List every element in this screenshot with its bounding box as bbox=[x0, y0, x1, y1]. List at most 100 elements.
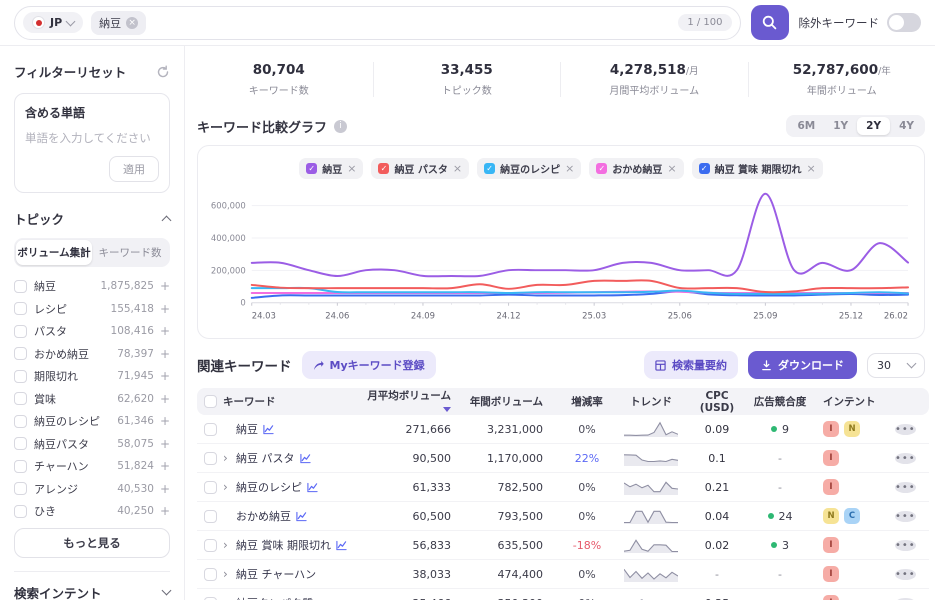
column-header[interactable]: インテント bbox=[813, 394, 895, 409]
keyword-search-bar[interactable]: JP 納豆 × 1 / 100 bbox=[14, 5, 741, 40]
row-checkbox[interactable] bbox=[203, 422, 217, 436]
expand-chevron-icon[interactable]: › bbox=[223, 596, 231, 600]
topic-add-icon[interactable]: + bbox=[160, 279, 170, 293]
topic-list-item[interactable]: 納豆 1,875,825 + bbox=[14, 275, 170, 298]
series-checkbox[interactable]: ✓ bbox=[306, 163, 318, 174]
topic-list-item[interactable]: 期限切れ 71,945 + bbox=[14, 365, 170, 388]
range-button-2y[interactable]: 2Y bbox=[857, 117, 891, 135]
legend-chip[interactable]: ✓ 納豆 賞味 期限切れ × bbox=[691, 158, 823, 179]
legend-chip[interactable]: ✓ 納豆のレシピ × bbox=[477, 158, 582, 179]
column-header[interactable]: 増減率 bbox=[559, 394, 615, 409]
topic-add-icon[interactable]: + bbox=[160, 324, 170, 338]
topic-mode-tab[interactable]: キーワード数 bbox=[92, 240, 168, 265]
row-menu-icon[interactable]: ••• bbox=[895, 568, 916, 580]
my-keyword-register-button[interactable]: Myキーワード登録 bbox=[301, 351, 436, 379]
select-all-checkbox[interactable] bbox=[203, 395, 217, 408]
row-checkbox[interactable] bbox=[203, 480, 217, 494]
topic-add-icon[interactable]: + bbox=[160, 414, 170, 428]
topic-add-icon[interactable]: + bbox=[160, 347, 170, 361]
topic-checkbox[interactable] bbox=[14, 459, 27, 473]
search-volume-summary-button[interactable]: 検索量要約 bbox=[644, 351, 738, 379]
row-menu-icon[interactable]: ••• bbox=[895, 539, 916, 551]
row-checkbox[interactable] bbox=[203, 451, 217, 465]
country-selector[interactable]: JP bbox=[23, 12, 84, 33]
expand-chevron-icon[interactable]: › bbox=[223, 538, 231, 552]
topic-list-item[interactable]: チャーハン 51,824 + bbox=[14, 455, 170, 478]
topic-add-icon[interactable]: + bbox=[160, 437, 170, 451]
topic-checkbox[interactable] bbox=[14, 392, 27, 406]
legend-chip[interactable]: ✓ 納豆 × bbox=[299, 158, 364, 179]
series-checkbox[interactable]: ✓ bbox=[596, 163, 608, 174]
topic-list-item[interactable]: おかめ納豆 78,397 + bbox=[14, 343, 170, 366]
row-checkbox[interactable] bbox=[203, 509, 217, 523]
topic-add-icon[interactable]: + bbox=[160, 459, 170, 473]
column-header[interactable]: CPC (USD) bbox=[687, 390, 747, 414]
comparison-line-chart[interactable]: 0 200,000 400,000 600,000 24.03 24.06 24.09 24.… bbox=[206, 181, 916, 333]
expand-chevron-icon[interactable]: › bbox=[223, 480, 231, 494]
series-checkbox[interactable]: ✓ bbox=[378, 163, 390, 174]
topic-checkbox[interactable] bbox=[14, 347, 27, 361]
sidebar-section[interactable]: 検索インテント bbox=[14, 572, 172, 600]
topic-list-item[interactable]: パスタ 108,416 + bbox=[14, 320, 170, 343]
keyword-chart-link-icon[interactable] bbox=[299, 453, 311, 464]
table-row[interactable]: › 納豆 パスタ 90,500 1,170,000 22% 0.1 - I ••… bbox=[197, 444, 929, 473]
topic-list-item[interactable]: レシピ 155,418 + bbox=[14, 298, 170, 321]
legend-chip[interactable]: ✓ 納豆 パスタ × bbox=[371, 158, 470, 179]
topic-checkbox[interactable] bbox=[14, 302, 27, 316]
topic-checkbox[interactable] bbox=[14, 324, 27, 338]
remove-series-icon[interactable]: × bbox=[347, 162, 356, 175]
exclude-keyword-toggle[interactable] bbox=[887, 13, 921, 32]
column-header[interactable]: 広告競合度 bbox=[747, 394, 813, 409]
collapse-icon[interactable] bbox=[161, 215, 172, 226]
table-row[interactable]: › 納豆 チャーハン 38,033 474,400 0% - - I ••• bbox=[197, 560, 929, 589]
remove-series-icon[interactable]: × bbox=[565, 162, 574, 175]
topic-add-icon[interactable]: + bbox=[160, 392, 170, 406]
keyword-chart-link-icon[interactable] bbox=[296, 511, 307, 522]
row-checkbox[interactable] bbox=[203, 567, 217, 581]
show-more-button[interactable]: もっと見る bbox=[14, 527, 170, 558]
row-menu-icon[interactable]: ••• bbox=[895, 452, 916, 464]
topic-list-item[interactable]: アレンジ 40,530 + bbox=[14, 478, 170, 501]
row-checkbox[interactable] bbox=[203, 538, 217, 552]
keyword-chart-link-icon[interactable] bbox=[263, 424, 274, 435]
topic-list-item[interactable]: 納豆のレシピ 61,346 + bbox=[14, 410, 170, 433]
topic-checkbox[interactable] bbox=[14, 369, 27, 383]
column-header[interactable]: 月平均ボリューム bbox=[367, 388, 467, 415]
series-checkbox[interactable]: ✓ bbox=[484, 163, 496, 174]
table-row[interactable]: › 納豆のレシピ 61,333 782,500 0% 0.21 - I ••• bbox=[197, 473, 929, 502]
row-menu-icon[interactable]: ••• bbox=[895, 481, 916, 493]
column-header[interactable]: 年間ボリューム bbox=[467, 394, 559, 409]
range-button-4y[interactable]: 4Y bbox=[890, 117, 923, 135]
topic-list-item[interactable]: ひき 40,250 + bbox=[14, 500, 170, 523]
table-row[interactable]: › 納豆 賞味 期限切れ 56,833 635,500 -18% 0.02 3 … bbox=[197, 531, 929, 560]
topic-add-icon[interactable]: + bbox=[160, 369, 170, 383]
column-header[interactable]: キーワード bbox=[223, 394, 367, 409]
row-checkbox[interactable] bbox=[203, 596, 217, 600]
topic-checkbox[interactable] bbox=[14, 414, 27, 428]
column-header[interactable]: トレンド bbox=[615, 394, 687, 409]
topic-add-icon[interactable]: + bbox=[160, 504, 170, 518]
remove-keyword-icon[interactable]: × bbox=[126, 16, 139, 29]
range-button-6m[interactable]: 6M bbox=[788, 117, 824, 135]
reset-icon[interactable] bbox=[156, 65, 170, 79]
topic-mode-tab[interactable]: ボリューム集計 bbox=[16, 240, 92, 265]
keyword-chart-link-icon[interactable] bbox=[307, 482, 318, 493]
info-icon[interactable]: i bbox=[334, 119, 348, 133]
table-row[interactable]: › 納豆 271,666 3,231,000 0% 0.09 9 IN ••• bbox=[197, 415, 929, 444]
topic-checkbox[interactable] bbox=[14, 279, 27, 293]
include-words-input[interactable]: 単語を入力してください bbox=[25, 130, 159, 146]
legend-chip[interactable]: ✓ おかめ納豆 × bbox=[589, 158, 684, 179]
apply-button[interactable]: 適用 bbox=[109, 156, 159, 182]
topic-list-item[interactable]: 賞味 62,620 + bbox=[14, 388, 170, 411]
search-button[interactable] bbox=[750, 5, 789, 40]
topic-checkbox[interactable] bbox=[14, 482, 27, 496]
topic-checkbox[interactable] bbox=[14, 437, 27, 451]
download-button[interactable]: ダウンロード bbox=[748, 351, 857, 379]
range-button-1y[interactable]: 1Y bbox=[824, 117, 857, 135]
table-row[interactable]: › 納豆タンパク質 25,466 350,300 0% 0.25 - I ••• bbox=[197, 589, 929, 600]
expand-chevron-icon[interactable]: › bbox=[223, 567, 231, 581]
topic-add-icon[interactable]: + bbox=[160, 482, 170, 496]
series-checkbox[interactable]: ✓ bbox=[698, 163, 710, 174]
remove-series-icon[interactable]: × bbox=[807, 162, 816, 175]
topic-checkbox[interactable] bbox=[14, 504, 27, 518]
